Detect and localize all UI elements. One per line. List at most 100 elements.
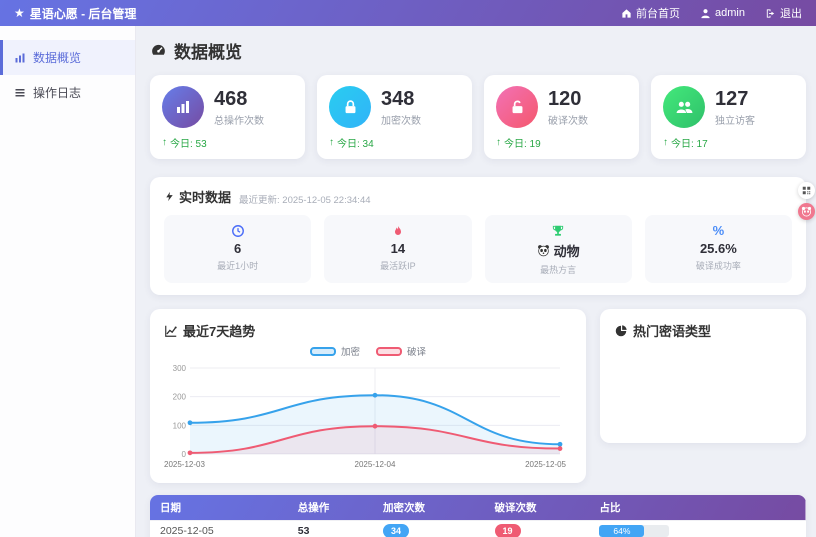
svg-text:300: 300 (173, 364, 187, 373)
stat-card-unique-visitors: 127 独立访客 ↑ 今日: 17 (651, 75, 806, 159)
table-header-row: 日期 总操作 加密次数 破译次数 占比 (150, 495, 806, 521)
trend-title: 最近7天趋势 (183, 324, 256, 339)
gauge-icon (152, 44, 165, 55)
realtime-updated: 最近更新: 2025-12-05 22:34:44 (239, 195, 371, 206)
realtime-label: 最近1小时 (217, 261, 259, 271)
col-header-encrypt: 加密次数 (383, 502, 426, 514)
brand: ★ 星语心愿 - 后台管理 (14, 5, 136, 22)
floating-widget-qr[interactable] (798, 182, 815, 199)
svg-text:200: 200 (173, 393, 187, 402)
svg-text:0: 0 (182, 450, 187, 459)
trend-chart-panel: 最近7天趋势 加密 破译 0 100 200 300 2025-12-03 2025-12… (150, 309, 586, 483)
flame-icon (394, 225, 401, 235)
stat-value: 120 (548, 87, 582, 110)
legend-swatch (376, 346, 402, 356)
pie-title: 热门密语类型 (633, 324, 712, 339)
realtime-panel: 实时数据 最近更新: 2025-12-05 22:34:44 6 最近1小时 1… (150, 177, 806, 295)
panda-icon (537, 245, 549, 257)
arrow-up-icon: ↑ (496, 137, 501, 148)
realtime-title: 实时数据 (179, 190, 232, 205)
clock-icon (231, 224, 244, 237)
top-navbar: ★ 星语心愿 - 后台管理 前台首页 admin 退出 (0, 0, 816, 26)
sidebar-item-data-overview[interactable]: 数据概览 (0, 40, 135, 75)
lightning-icon (166, 191, 173, 202)
stat-label: 加密次数 (381, 115, 421, 127)
decrypt-badge: 19 (494, 524, 521, 537)
stat-card-encrypt-count: 348 加密次数 ↑ 今日: 34 (317, 75, 472, 159)
stat-value: 468 (214, 87, 248, 110)
svg-text:2025-12-04: 2025-12-04 (355, 460, 396, 469)
logout-link[interactable]: 退出 (765, 5, 802, 21)
frontend-home-link[interactable]: 前台首页 (621, 5, 680, 21)
svg-text:2025-12-05: 2025-12-05 (525, 460, 566, 469)
account-link[interactable]: admin (700, 7, 745, 19)
svg-text:2025-12-03: 2025-12-03 (164, 460, 205, 469)
brand-title: 星语心愿 - 后台管理 (29, 6, 137, 21)
sidebar-item-label: 操作日志 (33, 86, 82, 100)
legend-item-decrypt[interactable]: 破译 (376, 344, 426, 358)
stat-label: 破译次数 (548, 115, 588, 127)
floating-widget-mascot[interactable] (798, 203, 815, 220)
stat-today: 今日: 19 (504, 139, 541, 150)
arrow-up-icon: ↑ (663, 137, 668, 148)
stat-today: 今日: 34 (337, 139, 374, 150)
pie-chart-panel: 热门密语类型 (600, 309, 806, 443)
home-icon (622, 8, 631, 18)
stat-cards-row: 468 总操作次数 ↑ 今日: 53 348 加密次数 ↑ 今日: 34 120… (150, 75, 806, 159)
realtime-label: 最热方言 (540, 265, 577, 275)
line-chart-icon (165, 325, 177, 337)
page-title: 数据概览 (150, 38, 806, 63)
realtime-value: 25.6% (699, 241, 737, 256)
legend-item-encrypt[interactable]: 加密 (309, 344, 360, 358)
logout-label: 退出 (780, 8, 802, 20)
chart-legend: 加密 破译 (164, 344, 572, 358)
logout-icon (766, 8, 775, 18)
legend-swatch (309, 346, 336, 356)
panda-icon (801, 206, 812, 217)
stat-value: 127 (715, 87, 749, 110)
qr-code-icon (802, 186, 811, 195)
cell-total: 53 (287, 520, 374, 537)
stat-today: 今日: 17 (671, 139, 708, 150)
stat-today: 今日: 53 (170, 139, 207, 150)
stat-card-decrypt-count: 120 破译次数 ↑ 今日: 19 (484, 75, 639, 159)
daily-stats-table: 日期 总操作 加密次数 破译次数 占比 2025-12-05 53 34 19 … (150, 495, 806, 537)
sidebar: 数据概览 操作日志 (0, 26, 136, 537)
page-title-text: 数据概览 (174, 43, 242, 62)
realtime-value: 动物 (553, 244, 580, 259)
realtime-item-last-hour: 6 最近1小时 (164, 215, 312, 283)
legend-label: 破译 (407, 347, 427, 358)
encrypt-badge: 34 (383, 524, 410, 537)
arrow-up-icon: ↑ (162, 137, 167, 148)
realtime-item-success-rate: % 25.6% 破译成功率 (644, 215, 792, 283)
legend-label: 加密 (340, 347, 360, 358)
realtime-value: 14 (390, 241, 406, 256)
arrow-up-icon: ↑ (329, 137, 334, 148)
ratio-progress-fill: 64% (599, 525, 645, 537)
col-header-date: 日期 (160, 502, 181, 514)
star-icon: ★ (14, 6, 25, 20)
trend-chart-svg: 0 100 200 300 2025-12-03 2025-12-04 2025-12-05 (164, 364, 567, 469)
sidebar-item-operation-log[interactable]: 操作日志 (0, 75, 135, 110)
users-icon (676, 101, 692, 113)
user-icon (701, 8, 710, 18)
realtime-label: 破译成功率 (695, 261, 741, 271)
stat-card-total-operations: 468 总操作次数 ↑ 今日: 53 (150, 75, 305, 159)
realtime-label: 最活跃IP (380, 261, 416, 271)
col-header-decrypt: 破译次数 (494, 502, 537, 514)
dashboard-icon (15, 53, 25, 62)
main-content: 数据概览 468 总操作次数 ↑ 今日: 53 348 加密次数 ↑ 今日: 3… (136, 26, 816, 537)
lock-icon (345, 99, 355, 113)
percent-icon: % (712, 223, 725, 238)
col-header-total: 总操作 (297, 502, 330, 514)
table-row: 2025-12-05 53 34 19 64% (150, 520, 806, 537)
col-header-ratio: 占比 (599, 502, 621, 514)
stat-label: 独立访客 (715, 115, 755, 127)
stat-value: 348 (381, 87, 415, 110)
bar-chart-icon (177, 101, 189, 113)
unlock-icon (512, 100, 522, 113)
realtime-value: 6 (234, 241, 242, 256)
realtime-item-hottest-dialect: 动物 最热方言 (484, 215, 632, 283)
realtime-item-active-ip: 14 最活跃IP (324, 215, 472, 283)
sidebar-item-label: 数据概览 (33, 51, 82, 65)
